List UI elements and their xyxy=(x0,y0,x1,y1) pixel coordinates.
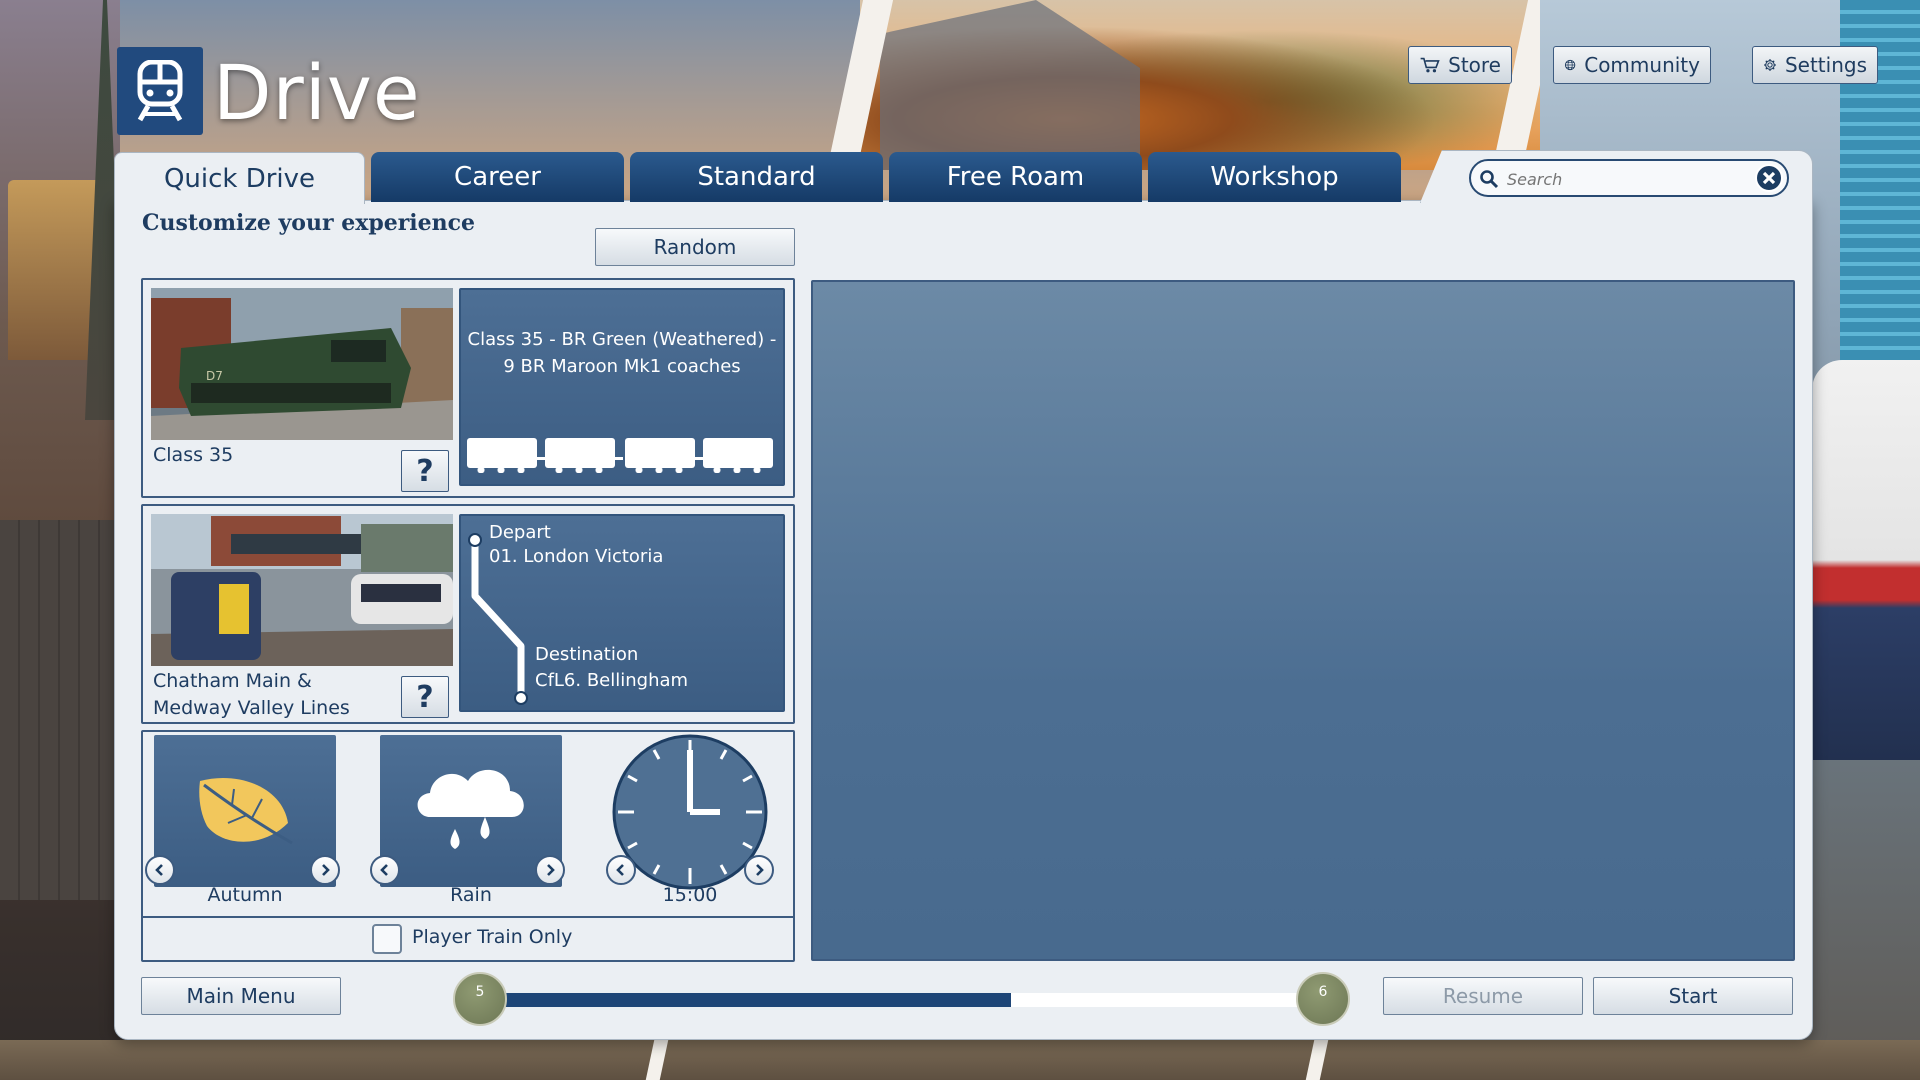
route-help-button[interactable]: ? xyxy=(401,676,449,718)
depart-label: Depart xyxy=(489,522,551,543)
chevron-left-icon xyxy=(155,864,163,876)
route-thumbnail[interactable] xyxy=(151,514,453,666)
coach-icon xyxy=(625,438,695,473)
divider xyxy=(143,916,793,918)
tab-workshop[interactable]: Workshop xyxy=(1148,152,1401,202)
destination-label: Destination xyxy=(535,644,639,665)
route-name: Chatham Main & Medway Valley Lines xyxy=(153,670,350,719)
train-icon xyxy=(137,60,183,122)
loco-card: D7 Class 35 ? Class 35 - BR Green (Weath… xyxy=(141,278,795,498)
season-tile[interactable] xyxy=(154,735,336,887)
loco-name: Class 35 xyxy=(153,444,234,466)
weather-next-button[interactable] xyxy=(535,855,565,885)
rain-cloud-icon xyxy=(417,769,524,849)
tab-career[interactable]: Career xyxy=(371,152,624,202)
tab-quick-drive[interactable]: Quick Drive xyxy=(114,152,365,204)
player-train-only-label: Player Train Only xyxy=(412,926,573,948)
time-prev-button[interactable] xyxy=(606,855,636,885)
season-label: Autumn xyxy=(207,884,283,906)
loco-thumbnail[interactable]: D7 xyxy=(151,288,453,440)
weather-prev-button[interactable] xyxy=(370,855,400,885)
search-box xyxy=(1469,159,1789,197)
store-label: Store xyxy=(1448,53,1501,77)
destination-station: CfL6. Bellingham xyxy=(535,670,689,691)
page-title: Drive xyxy=(213,48,421,137)
gear-icon xyxy=(1764,59,1776,71)
tab-standard[interactable]: Standard xyxy=(630,152,883,202)
start-button[interactable]: Start xyxy=(1593,977,1793,1015)
svg-text:D7: D7 xyxy=(206,369,223,383)
season-prev-button[interactable] xyxy=(145,855,175,885)
time-next-button[interactable] xyxy=(744,855,774,885)
coach-icon xyxy=(703,438,773,473)
random-button[interactable]: Random xyxy=(595,228,795,266)
chevron-left-icon xyxy=(616,864,624,876)
chevron-right-icon xyxy=(756,864,764,876)
coach-icon xyxy=(467,438,537,473)
main-menu-button[interactable]: Main Menu xyxy=(141,977,341,1015)
time-label: 15:00 xyxy=(662,884,718,906)
weather-label: Rain xyxy=(450,884,492,906)
progress-fill xyxy=(500,993,1011,1007)
globe-icon xyxy=(1564,59,1576,71)
chevron-right-icon xyxy=(322,864,330,876)
player-train-only-checkbox[interactable] xyxy=(372,924,402,954)
settings-button[interactable]: Settings xyxy=(1752,46,1878,84)
close-icon xyxy=(1762,171,1776,185)
search-input[interactable] xyxy=(1505,167,1729,191)
cart-icon xyxy=(1420,57,1440,73)
community-label: Community xyxy=(1584,53,1700,77)
chevron-right-icon xyxy=(547,864,555,876)
clear-search-button[interactable] xyxy=(1755,164,1783,192)
resume-button: Resume xyxy=(1383,977,1583,1015)
drive-logo xyxy=(117,47,203,135)
store-button[interactable]: Store xyxy=(1408,46,1512,84)
chevron-left-icon xyxy=(380,864,388,876)
route-card: Chatham Main & Medway Valley Lines ? Dep… xyxy=(141,504,795,724)
depart-station: 01. London Victoria xyxy=(489,546,664,567)
tab-free-roam[interactable]: Free Roam xyxy=(889,152,1142,202)
loco-help-button[interactable]: ? xyxy=(401,450,449,492)
preview-area xyxy=(811,280,1795,961)
coach-icon xyxy=(545,438,615,473)
section-heading: Customize your experience xyxy=(142,210,476,236)
community-button[interactable]: Community xyxy=(1553,46,1711,84)
consist-description: Class 35 - BR Green (Weathered) - 9 BR M… xyxy=(467,329,777,377)
leaf-icon xyxy=(199,777,293,845)
progress-start-knob[interactable]: 5 xyxy=(453,972,507,1026)
progress-end-knob[interactable]: 6 xyxy=(1296,972,1350,1026)
route-path-panel[interactable]: Depart 01. London Victoria Destination C… xyxy=(459,514,785,712)
search-icon xyxy=(1480,170,1499,189)
consist-panel[interactable]: Class 35 - BR Green (Weathered) - 9 BR M… xyxy=(459,288,785,486)
settings-label: Settings xyxy=(1784,53,1867,77)
weather-tile[interactable] xyxy=(380,735,562,887)
season-next-button[interactable] xyxy=(310,855,340,885)
